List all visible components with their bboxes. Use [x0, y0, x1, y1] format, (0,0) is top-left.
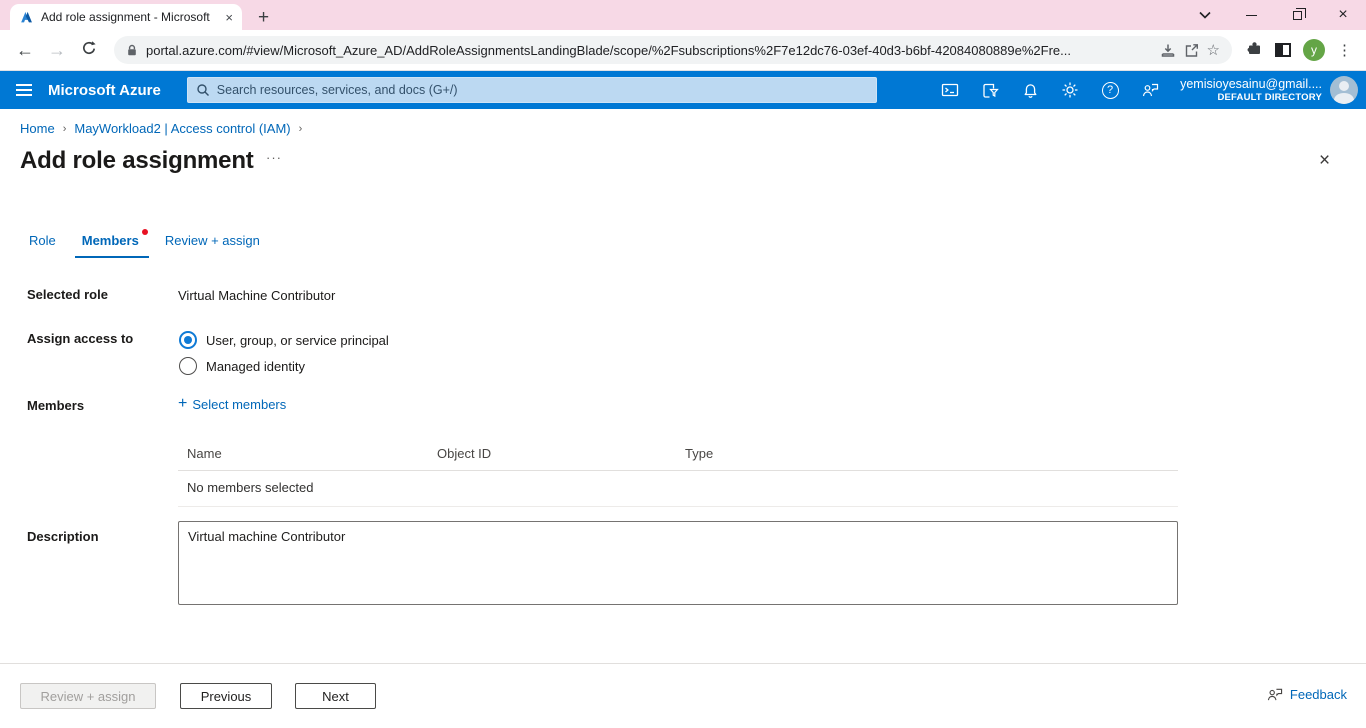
search-icon	[197, 84, 209, 96]
feedback-link[interactable]: Feedback	[1266, 687, 1347, 702]
page-title: Add role assignment	[20, 147, 254, 174]
url-text[interactable]: portal.azure.com/#view/Microsoft_Azure_A…	[146, 43, 1152, 58]
radio-user-group-service-principal[interactable]: User, group, or service principal	[179, 327, 389, 353]
window-minimize-button[interactable]	[1228, 0, 1274, 30]
reload-icon[interactable]	[74, 40, 104, 61]
selected-role-label: Selected role	[27, 287, 108, 302]
footer-divider	[0, 663, 1366, 664]
breadcrumb-home[interactable]: Home	[20, 121, 55, 136]
forward-icon: →	[48, 39, 66, 60]
plus-icon: +	[178, 395, 188, 412]
browser-profile-avatar[interactable]: y	[1303, 39, 1325, 61]
blade-tabs: Role Members Review + assign	[29, 229, 260, 258]
azure-favicon-icon	[21, 11, 32, 22]
account-email: yemisioyesainu@gmail....	[1180, 76, 1322, 91]
next-button[interactable]: Next	[295, 683, 376, 709]
new-tab-button[interactable]: +	[258, 8, 269, 27]
azure-brand[interactable]: Microsoft Azure	[48, 82, 161, 99]
column-name: Name	[187, 446, 222, 461]
tab-review-assign[interactable]: Review + assign	[165, 233, 260, 258]
azure-search-box[interactable]	[186, 77, 877, 103]
extensions-puzzle-icon[interactable]	[1246, 39, 1263, 61]
radio-unselected-icon[interactable]	[179, 357, 197, 375]
breadcrumb-separator-icon: ›	[298, 122, 303, 135]
feedback-text: Feedback	[1289, 687, 1347, 702]
bookmark-star-icon[interactable]: ☆	[1207, 41, 1220, 59]
azure-avatar[interactable]	[1330, 76, 1358, 104]
breadcrumb-separator-icon: ›	[62, 122, 67, 135]
members-label: Members	[27, 398, 85, 413]
column-type: Type	[685, 446, 714, 461]
members-empty-row: No members selected	[178, 471, 1178, 507]
hamburger-menu-icon[interactable]	[0, 71, 48, 109]
radio-selected-icon[interactable]	[179, 331, 197, 349]
cloud-shell-icon[interactable]	[930, 71, 970, 109]
directory-filter-icon[interactable]	[970, 71, 1010, 109]
account-directory: DEFAULT DIRECTORY	[1217, 91, 1322, 103]
breadcrumb: Home › MayWorkload2 | Access control (IA…	[20, 121, 310, 136]
members-table: Name Object ID Type No members selected	[178, 444, 1178, 507]
tab-search-chevron-icon[interactable]	[1182, 0, 1228, 30]
breadcrumb-parent[interactable]: MayWorkload2 | Access control (IAM)	[74, 121, 290, 136]
tab-members-label: Members	[81, 233, 139, 248]
tab-role[interactable]: Role	[29, 233, 56, 258]
radio-managed-identity[interactable]: Managed identity	[179, 353, 389, 379]
previous-button[interactable]: Previous	[180, 683, 272, 709]
back-icon[interactable]: ←	[10, 40, 40, 61]
tab-members[interactable]: Members	[74, 229, 149, 258]
window-restore-button[interactable]	[1274, 0, 1320, 30]
review-assign-button: Review + assign	[20, 683, 156, 709]
title-overflow-icon[interactable]: ···	[266, 150, 282, 165]
description-label: Description	[27, 529, 99, 544]
side-panel-icon[interactable]	[1275, 43, 1291, 57]
select-members-link[interactable]: + Select members	[178, 396, 286, 412]
blade-close-icon[interactable]: ×	[1319, 151, 1330, 170]
address-bar[interactable]: portal.azure.com/#view/Microsoft_Azure_A…	[114, 36, 1232, 64]
lock-icon	[126, 44, 138, 57]
tab-members-alert-dot	[141, 229, 148, 235]
members-table-header: Name Object ID Type	[178, 444, 1178, 471]
settings-gear-icon[interactable]	[1050, 71, 1090, 109]
assign-access-to-label: Assign access to	[27, 331, 134, 346]
tab-close-icon[interactable]: ×	[225, 11, 233, 24]
share-icon[interactable]	[1184, 43, 1199, 58]
browser-tab-strip: Add role assignment - Microsoft × + ×	[0, 0, 1366, 30]
search-input[interactable]	[216, 83, 868, 97]
browser-tab-title: Add role assignment - Microsoft	[41, 10, 210, 24]
selected-role-value: Virtual Machine Contributor	[178, 288, 336, 303]
browser-menu-icon[interactable]: ⋮	[1337, 41, 1352, 59]
description-textarea[interactable]: Virtual machine Contributor	[178, 521, 1178, 605]
account-info[interactable]: yemisioyesainu@gmail.... DEFAULT DIRECTO…	[1180, 77, 1322, 103]
select-members-text: Select members	[192, 396, 287, 412]
notifications-bell-icon[interactable]	[1010, 71, 1050, 109]
assign-access-radio-group: User, group, or service principal Manage…	[179, 327, 389, 379]
azure-header: Microsoft Azure ? yemisioyesainu@gmail..…	[0, 71, 1366, 109]
browser-navbar: ← → portal.azure.com/#view/Microsoft_Azu…	[0, 30, 1366, 71]
feedback-icon	[1267, 688, 1283, 701]
radio-user-label: User, group, or service principal	[206, 332, 389, 348]
browser-tab[interactable]: Add role assignment - Microsoft ×	[10, 4, 242, 30]
help-icon[interactable]: ?	[1090, 71, 1130, 109]
radio-managed-label: Managed identity	[206, 358, 306, 374]
window-close-button[interactable]: ×	[1320, 0, 1366, 30]
column-object-id: Object ID	[437, 446, 492, 461]
install-download-icon[interactable]	[1160, 43, 1176, 58]
feedback-person-icon[interactable]	[1130, 71, 1170, 109]
